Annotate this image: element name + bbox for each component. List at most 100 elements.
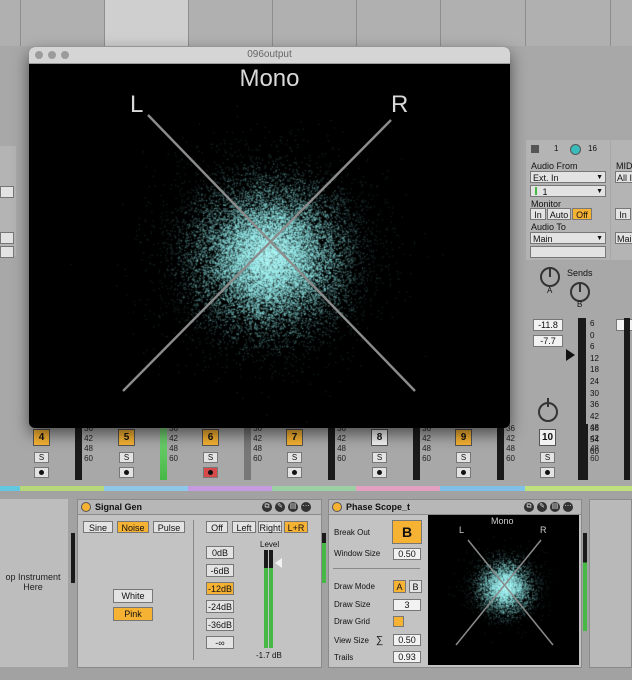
draw-grid-toggle[interactable] [393, 616, 404, 627]
far-right-monitor-in[interactable]: In [615, 208, 631, 220]
chevron-down-icon: ▼ [596, 188, 603, 195]
meter-scale: 36 42 48 60 [418, 424, 431, 464]
track-activator-button[interactable]: 6 [202, 429, 219, 446]
routing-left-button[interactable]: Left [232, 521, 256, 533]
gain-step-button[interactable]: -24dB [206, 600, 234, 613]
device-power-toggle[interactable] [81, 502, 91, 512]
waveform-pulse-button[interactable]: Pulse [153, 521, 185, 533]
draw-size-label: Draw Size [334, 600, 371, 609]
save-preset-icon[interactable]: ▤ [288, 502, 298, 512]
scope-right-axis-line [122, 119, 392, 392]
routing-off-button[interactable]: Off [206, 521, 228, 533]
fader-scale-tick: 18 [590, 365, 599, 375]
edit-icon[interactable]: ✎ [275, 502, 285, 512]
trails-field[interactable]: 0.93 [393, 651, 421, 663]
draw-mode-b-button[interactable]: B [409, 580, 422, 593]
arm-record-button[interactable] [540, 467, 555, 478]
gain-step-button[interactable]: 0dB [206, 546, 234, 559]
solo-button[interactable]: S [287, 452, 302, 463]
track-activator-button[interactable]: 7 [286, 429, 303, 446]
more-options-icon[interactable]: ⋯ [563, 502, 573, 512]
far-right-output-chooser[interactable]: Mai [615, 232, 632, 244]
arm-record-button[interactable] [372, 467, 387, 478]
meter-scale: 36 42 48 60 [502, 424, 515, 464]
arm-record-button[interactable] [456, 467, 471, 478]
arm-record-button[interactable] [203, 467, 218, 478]
gain-step-button[interactable]: -∞ [206, 636, 234, 649]
session-view-top [0, 0, 632, 46]
solo-button[interactable]: S [119, 452, 134, 463]
gain-step-button[interactable]: -12dB [206, 582, 234, 595]
save-preset-icon[interactable]: ▤ [550, 502, 560, 512]
audio-from-channel-chooser[interactable]: 1 ▼ [530, 185, 606, 197]
pan-arrow-icon[interactable] [566, 349, 575, 361]
meter-scale-tick: 48 [422, 444, 431, 453]
more-options-icon[interactable]: ⋯ [301, 502, 311, 512]
send-a-knob-pointer [549, 269, 551, 277]
track-status-square[interactable] [531, 145, 539, 153]
arm-record-button[interactable] [287, 467, 302, 478]
fader-scale-tick: 36 [590, 400, 599, 410]
audio-to-sub-chooser[interactable] [530, 246, 606, 258]
level-value: -1.7 dB [256, 651, 282, 660]
monitor-auto-button[interactable]: Auto [547, 208, 571, 220]
monitor-off-button[interactable]: Off [572, 208, 592, 220]
midi-map-icon[interactable]: ⧉ [262, 502, 272, 512]
fader-scale-tick: 0 [590, 330, 595, 340]
device-power-toggle[interactable] [332, 502, 342, 512]
draw-mode-a-button[interactable]: A [393, 580, 406, 593]
meter-scale-tick: 42 [253, 434, 262, 443]
window-size-field[interactable]: 0.50 [393, 548, 421, 560]
left-io-chooser[interactable] [0, 246, 14, 258]
noise-white-button[interactable]: White [113, 589, 153, 603]
routing-right-button[interactable]: Right [258, 521, 282, 533]
routing-lr-button[interactable]: L+R [284, 521, 308, 533]
waveform-noise-button[interactable]: Noise [117, 521, 149, 533]
input-active-indicator[interactable] [570, 144, 581, 155]
solo-button[interactable]: S [456, 452, 471, 463]
audio-to-chooser[interactable]: Main ▼ [530, 232, 606, 244]
track-activator-button[interactable]: 10 [539, 429, 556, 446]
break-out-button[interactable]: B [392, 520, 422, 544]
arm-record-button[interactable] [34, 467, 49, 478]
far-right-meter[interactable] [624, 318, 630, 480]
edit-icon[interactable]: ✎ [537, 502, 547, 512]
solo-button[interactable]: S [34, 452, 49, 463]
track-volume-display[interactable]: -7.7 [533, 335, 563, 347]
selected-track-header[interactable] [104, 0, 188, 46]
meter-scale: 36 42 48 60 [165, 424, 178, 464]
sends-label: Sends [567, 268, 593, 278]
solo-button[interactable]: S [540, 452, 555, 463]
solo-button[interactable]: S [203, 452, 218, 463]
draw-size-field[interactable]: 3 [393, 599, 421, 611]
left-io-chooser[interactable] [0, 186, 14, 198]
view-size-field[interactable]: 0.50 [393, 634, 421, 646]
track-activator-button[interactable]: 9 [455, 429, 472, 446]
scope-window[interactable]: 096output Mono L R [29, 47, 510, 428]
peak-level-display[interactable]: -11.8 [533, 319, 563, 331]
track-activator-button[interactable]: 4 [33, 429, 50, 446]
fader-scale-tick: 6 [590, 319, 595, 328]
far-right-all-label: All I [617, 173, 632, 183]
drop-instrument-text: op Instrument Here [5, 572, 61, 592]
track-activator-button[interactable]: 5 [118, 429, 135, 446]
scope-right-label: R [391, 91, 409, 118]
meter-scale-tick: 48 [84, 444, 93, 453]
audio-to-value: Main [533, 234, 553, 244]
noise-pink-button[interactable]: Pink [113, 607, 153, 621]
audio-from-chooser[interactable]: Ext. In ▼ [530, 171, 606, 183]
monitor-icon[interactable] [119, 467, 134, 478]
far-right-input-chooser[interactable]: All I [615, 171, 632, 183]
section-divider [193, 520, 194, 660]
meter-scale-tick: 42 [590, 434, 599, 443]
fader-scale-tick: 42 [590, 411, 599, 421]
solo-button[interactable]: S [372, 452, 387, 463]
level-slider-handle[interactable] [275, 558, 282, 568]
track-activator-button[interactable]: 8 [371, 429, 388, 446]
gain-step-button[interactable]: -6dB [206, 564, 234, 577]
gain-step-button[interactable]: -36dB [206, 618, 234, 631]
left-io-chooser[interactable] [0, 232, 14, 244]
midi-map-icon[interactable]: ⧉ [524, 502, 534, 512]
monitor-in-button[interactable]: In [530, 208, 546, 220]
waveform-sine-button[interactable]: Sine [83, 521, 113, 533]
